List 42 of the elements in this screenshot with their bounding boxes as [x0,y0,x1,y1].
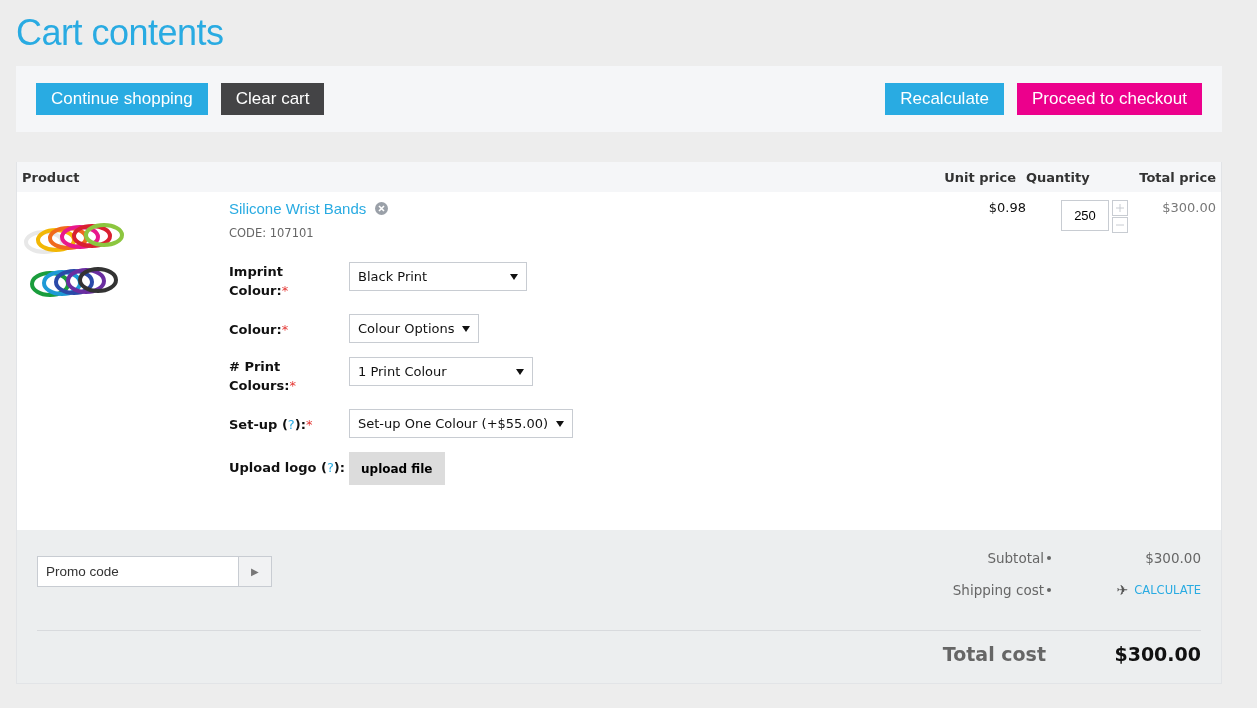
help-link[interactable]: ? [326,460,334,475]
page-title: Cart contents [16,11,224,55]
product-link[interactable]: Silicone Wrist Bands [229,200,367,217]
unit-price: $0.98 [987,200,1026,217]
column-header: Unit price [943,169,1016,185]
option-select[interactable]: Black Print [349,262,527,291]
shipping-label: Shipping cost [951,582,1044,598]
option-label: Set-up (?):* [229,416,313,434]
option-select[interactable]: 1 Print Colour [349,357,533,386]
apply-button[interactable]: ▶ [239,556,272,587]
column-header: Product [22,169,81,185]
toolbar-button[interactable]: Proceed to checkout [1017,83,1202,115]
product-code: CODE: 107101 [229,226,315,240]
total-price: $300.00 [1161,200,1216,217]
subtotal-value: $300.00 [1144,550,1201,566]
caret-icon [510,273,518,280]
plane-icon: ✈ [1116,582,1129,598]
upload-button[interactable]: upload file [349,452,445,485]
quantity-field[interactable]: 250 [1061,200,1109,231]
toolbar-button[interactable]: Continue shopping [36,83,208,115]
calculate-link[interactable]: CALCULATE [1134,583,1201,597]
option-label: # Print Colours:* [229,358,297,395]
option-label: Imprint Colour:* [229,263,290,300]
option-label: Upload logo (?): [229,459,345,477]
increase-icon[interactable] [1112,200,1128,216]
help-link[interactable]: ? [287,417,295,432]
option-label: Colour:* [229,321,289,339]
toolbar-button[interactable]: Recalculate [885,83,1004,115]
caret-icon [462,325,471,332]
subtotal-label: Subtotal [986,550,1044,566]
total-value: $300.00 [1113,643,1201,665]
total-label: Total cost [942,643,1046,665]
remove-icon[interactable] [375,202,389,215]
column-header: Quantity [1026,169,1091,185]
caret-icon [516,368,524,375]
caret-icon [556,420,565,427]
promo-field[interactable]: Promo code [37,556,239,587]
column-header: Total price [1138,169,1216,185]
decrease-icon[interactable] [1112,217,1128,233]
toolbar-button[interactable]: Clear cart [220,83,325,115]
option-select[interactable]: Colour Options [349,314,480,343]
option-select[interactable]: Set-up One Colour (+$55.00) [349,409,574,438]
